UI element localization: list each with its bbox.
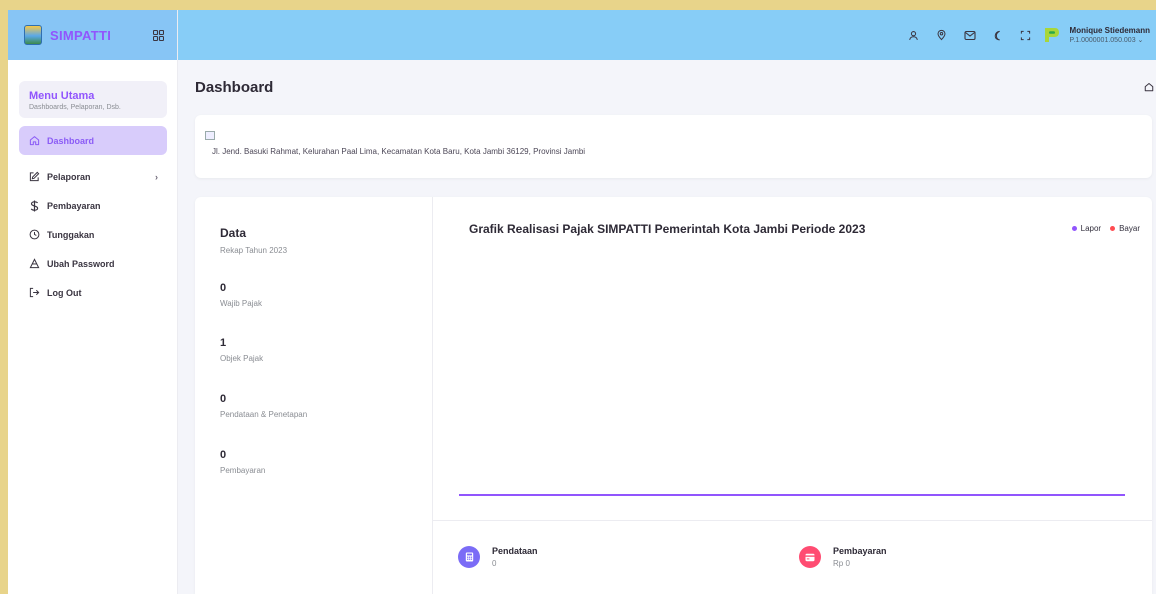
main-content: Dashboard Jl. Jend. Basuki Rahmat, Kelur… (178, 60, 1156, 594)
dollar-icon (28, 200, 40, 212)
legend-item-lapor[interactable]: Lapor (1071, 224, 1102, 233)
page-title: Dashboard (195, 79, 274, 96)
chevron-right-icon: › (155, 171, 158, 182)
stat-value: 0 (220, 393, 227, 405)
clock-icon (28, 229, 40, 241)
line-chart (459, 494, 1125, 496)
user-name: Monique Stiedemann (1069, 26, 1150, 35)
stat-objek-pajak: 1 Objek Pajak (220, 337, 263, 363)
summary-title: Data (220, 226, 247, 240)
chart-legend: Lapor Bayar (1071, 224, 1140, 233)
sidebar-item-tunggakan[interactable]: Tunggakan (19, 221, 167, 248)
footer-item-pendataan: Pendataan 0 (458, 546, 538, 568)
menu-header-title: Menu Utama (29, 90, 95, 102)
stat-pendataan-penetapan: 0 Pendataan & Penetapan (220, 393, 307, 419)
user-id: P.1.0000001.050.003 ⌄ (1069, 37, 1144, 44)
location-icon[interactable] (935, 28, 949, 42)
breadcrumb-home-icon[interactable] (1144, 82, 1154, 92)
grid-menu-icon[interactable] (151, 28, 165, 42)
legend-dot (1110, 226, 1116, 231)
stat-label: Pembayaran (220, 466, 266, 475)
sidebar: SIMPATTI Menu Utama Dashboards, Pelapora… (8, 10, 178, 594)
summary-subtitle: Rekap Tahun 2023 (220, 246, 288, 255)
user-icon[interactable] (907, 28, 921, 42)
legend-label: Lapor (1080, 224, 1102, 233)
sidebar-item-label: Dashboard (47, 135, 95, 146)
footer-value: Rp 0 (833, 559, 850, 568)
legend-label: Bayar (1119, 224, 1140, 233)
sidebar-item-pelaporan[interactable]: Pelaporan › (19, 163, 167, 190)
address-text: Jl. Jend. Basuki Rahmat, Kelurahan Paal … (212, 147, 586, 156)
mail-icon[interactable] (963, 28, 977, 42)
sidebar-item-label: Ubah Password (47, 258, 115, 269)
summary-pane: Data Rekap Tahun 2023 0 Wajib Pajak 1 Ob… (195, 197, 433, 594)
sidebar-item-label: Pelaporan (47, 171, 91, 182)
sidebar-item-label: Tunggakan (47, 229, 95, 240)
footer-label: Pembayaran (833, 546, 887, 556)
stats-card: Data Rekap Tahun 2023 0 Wajib Pajak 1 Ob… (195, 197, 1152, 594)
legend-item-bayar[interactable]: Bayar (1110, 224, 1140, 233)
receipt-icon (799, 546, 821, 568)
sidebar-item-log-out[interactable]: Log Out (19, 279, 167, 306)
stat-label: Objek Pajak (220, 354, 264, 363)
topbar: Monique Stiedemann P.1.0000001.050.003 ⌄ (178, 10, 1156, 60)
footer-item-pembayaran: Pembayaran Rp 0 (799, 546, 887, 568)
stat-label: Pendataan & Penetapan (220, 410, 308, 419)
user-menu[interactable]: Monique Stiedemann P.1.0000001.050.003 ⌄ (1070, 26, 1150, 44)
logout-icon (28, 287, 40, 299)
brand-logo[interactable] (24, 25, 42, 45)
legend-dot (1071, 226, 1077, 231)
footer-label: Pendataan (492, 546, 538, 556)
summary-footer: Pendataan 0 Pembayaran Rp 0 (433, 520, 1152, 594)
stat-label: Wajib Pajak (220, 299, 262, 308)
stat-wajib-pajak: 0 Wajib Pajak (220, 282, 262, 308)
fullscreen-icon[interactable] (1019, 28, 1033, 42)
sidebar-item-label: Pembayaran (47, 200, 101, 211)
broken-image-icon (205, 131, 215, 140)
stat-value: 1 (220, 337, 227, 349)
address-card: Jl. Jend. Basuki Rahmat, Kelurahan Paal … (195, 115, 1152, 178)
sidebar-item-label: Log Out (47, 287, 82, 298)
stat-pembayaran: 0 Pembayaran (220, 449, 265, 475)
brand-bar: SIMPATTI (8, 10, 177, 60)
avatar[interactable] (1043, 26, 1061, 44)
lock-icon (28, 258, 40, 270)
menu-header: Menu Utama Dashboards, Pelaporan, Dsb. (19, 81, 167, 118)
brand-name[interactable]: SIMPATTI (50, 28, 151, 43)
footer-value: 0 (492, 559, 497, 568)
stat-value: 0 (220, 449, 227, 461)
sidebar-item-dashboard[interactable]: Dashboard (19, 126, 167, 155)
moon-icon[interactable] (991, 28, 1005, 42)
chart-title: Grafik Realisasi Pajak SIMPATTI Pemerint… (469, 222, 866, 236)
menu-header-subtitle: Dashboards, Pelaporan, Dsb. (29, 104, 121, 111)
calculator-icon (458, 546, 480, 568)
app-frame: SIMPATTI Menu Utama Dashboards, Pelapora… (8, 10, 1156, 594)
chart-area: Grafik Realisasi Pajak SIMPATTI Pemerint… (433, 197, 1152, 520)
home-icon (28, 135, 40, 147)
edit-icon (28, 171, 40, 183)
stat-value: 0 (220, 282, 227, 294)
sidebar-item-pembayaran[interactable]: Pembayaran (19, 192, 167, 219)
sidebar-nav: Dashboard Pelaporan › Pembayaran Tunggak… (8, 126, 177, 306)
sidebar-item-ubah-password[interactable]: Ubah Password (19, 250, 167, 277)
